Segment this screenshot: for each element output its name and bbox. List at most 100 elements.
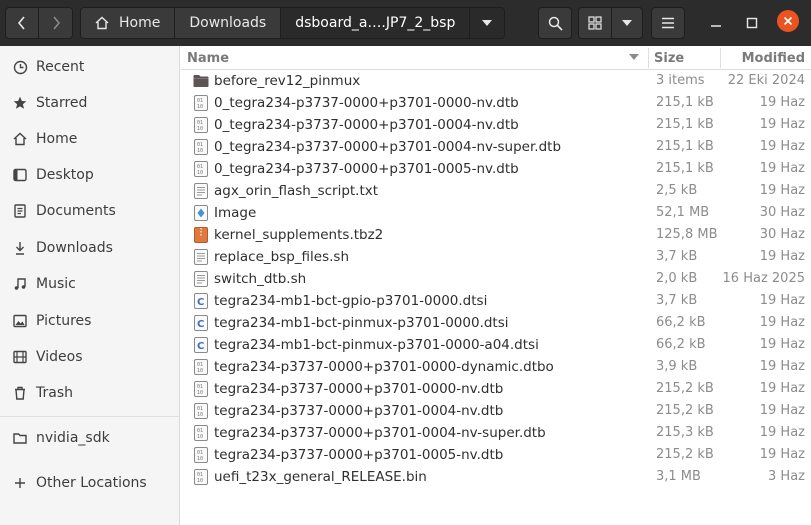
file-modified: 19 Haz: [759, 161, 805, 176]
svg-text:10: 10: [197, 478, 203, 484]
column-name[interactable]: Name: [187, 51, 229, 66]
file-name: 0_tegra234-p3737-0000+p3701-0005-nv.dtb: [214, 161, 519, 177]
file-name: 0_tegra234-p3737-0000+p3701-0004-nv-supe…: [214, 139, 562, 155]
view-toggle-button[interactable]: [578, 7, 612, 39]
file-name: tegra234-p3737-0000+p3701-0000-nv.dtb: [214, 381, 504, 397]
c-source-file-icon: C: [194, 315, 208, 331]
file-modified: 19 Haz: [759, 249, 805, 264]
minimize-icon: [711, 25, 721, 27]
file-size: 2,5 kB: [656, 183, 698, 198]
home-icon: [12, 131, 28, 147]
file-row[interactable]: 01 10 0_tegra234-p3737-0000+p3701-0000-nv.…: [181, 92, 811, 114]
header-bar: Home Downloads dsboard_a….JP7_2_bsp: [0, 0, 811, 46]
file-size: 66,2 kB: [656, 337, 706, 352]
path-segment-downloads[interactable]: Downloads: [175, 8, 282, 38]
sidebar-item-other-locations[interactable]: Other Locations: [0, 466, 179, 500]
path-home-label: Home: [119, 15, 161, 31]
file-row[interactable]: 01 10 tegra234-p3737-0000+p3701-0005-nv.dt…: [181, 444, 811, 466]
sidebar-item-label: Music: [36, 276, 76, 292]
svg-text:10: 10: [197, 412, 203, 418]
file-size: 215,1 kB: [656, 95, 714, 110]
file-row[interactable]: switch_dtb.sh 2,0 kB 16 Haz 2025: [181, 268, 811, 290]
column-modified[interactable]: Modified: [742, 51, 805, 66]
file-name: tegra234-p3737-0000+p3701-0004-nv-super.…: [214, 425, 546, 441]
file-row[interactable]: replace_bsp_files.sh 3,7 kB 19 Haz: [181, 246, 811, 268]
file-row[interactable]: 01 10 0_tegra234-p3737-0000+p3701-0005-nv.…: [181, 158, 811, 180]
sidebar-item-desktop[interactable]: Desktop: [0, 158, 179, 192]
file-size: 3,7 kB: [656, 249, 698, 264]
file-name: tegra234-p3737-0000+p3701-0000-dynamic.d…: [214, 359, 554, 375]
sidebar-item-label: Pictures: [36, 313, 92, 329]
path-menu-button[interactable]: [470, 8, 505, 38]
file-size: 3 items: [656, 73, 705, 88]
view-options-button[interactable]: [611, 7, 643, 39]
folder-icon: [193, 73, 209, 89]
menu-button[interactable]: [651, 7, 685, 39]
file-row[interactable]: agx_orin_flash_script.txt 2,5 kB 19 Haz: [181, 180, 811, 202]
sidebar-item-downloads[interactable]: Downloads: [0, 231, 179, 265]
pictures-icon: [12, 313, 28, 329]
path-segment-label: dsboard_a….JP7_2_bsp: [295, 15, 456, 31]
sidebar-item-videos[interactable]: Videos: [0, 340, 179, 374]
sidebar-item-pictures[interactable]: Pictures: [0, 304, 179, 338]
file-name: 0_tegra234-p3737-0000+p3701-0004-nv.dtb: [214, 117, 519, 133]
file-size: 52,1 MB: [656, 205, 710, 220]
file-name: before_rev12_pinmux: [214, 73, 361, 89]
sidebar-item-label: Trash: [36, 385, 73, 401]
file-row[interactable]: 01 10 tegra234-p3737-0000+p3701-0000-nv.dt…: [181, 378, 811, 400]
file-modified: 19 Haz: [759, 425, 805, 440]
svg-text:10: 10: [197, 126, 203, 132]
column-divider: [648, 48, 649, 68]
back-button[interactable]: [5, 7, 39, 39]
plus-icon: [12, 475, 28, 491]
file-row[interactable]: Ctegra234-mb1-bct-gpio-p3701-0000.dtsi 3,…: [181, 290, 811, 312]
close-button[interactable]: [777, 10, 799, 32]
sidebar-item-label: nvidia_sdk: [36, 430, 110, 446]
file-row[interactable]: 01 10 0_tegra234-p3737-0000+p3701-0004-nv.…: [181, 114, 811, 136]
svg-text:10: 10: [197, 368, 203, 374]
sidebar-item-home[interactable]: Home: [0, 122, 179, 156]
sidebar-item-trash[interactable]: Trash: [0, 376, 179, 410]
minimize-button[interactable]: [703, 7, 729, 39]
sidebar-item-documents[interactable]: Documents: [0, 194, 179, 228]
sidebar-item-nvidia-sdk[interactable]: nvidia_sdk: [0, 421, 179, 455]
file-row[interactable]: 01 10 uefi_t23x_general_RELEASE.bin 3,1 MB 3…: [181, 466, 811, 488]
sidebar-item-music[interactable]: Music: [0, 267, 179, 301]
file-row[interactable]: 01 10 tegra234-p3737-0000+p3701-0004-nv.dt…: [181, 400, 811, 422]
file-modified: 19 Haz: [759, 359, 805, 374]
text-file-icon: [194, 183, 208, 199]
file-size: 3,7 kB: [656, 293, 698, 308]
image-file-icon: [194, 205, 208, 221]
file-row[interactable]: kernel_supplements.tbz2 125,8 MB 30 Haz: [181, 224, 811, 246]
sidebar: Recent Starred Home Desktop Documents Do…: [0, 46, 180, 525]
file-name: tegra234-mb1-bct-pinmux-p3701-0000.dtsi: [214, 315, 509, 331]
forward-button[interactable]: [39, 7, 73, 39]
maximize-button[interactable]: [739, 7, 765, 39]
file-row[interactable]: 01 10 0_tegra234-p3737-0000+p3701-0004-nv-…: [181, 136, 811, 158]
column-size[interactable]: Size: [654, 51, 684, 66]
file-row[interactable]: 01 10 tegra234-p3737-0000+p3701-0000-dynam…: [181, 356, 811, 378]
binary-file-icon: 01 10: [194, 161, 208, 177]
file-row[interactable]: 01 10 tegra234-p3737-0000+p3701-0004-nv-su…: [181, 422, 811, 444]
sidebar-item-starred[interactable]: Starred: [0, 86, 179, 120]
column-divider: [720, 48, 721, 68]
binary-file-icon: 01 10: [194, 95, 208, 111]
archive-icon: [194, 227, 208, 243]
sidebar-item-label: Documents: [36, 203, 116, 219]
triangle-down-icon: [622, 20, 632, 26]
sort-descending-icon[interactable]: [629, 51, 639, 66]
file-name: Image: [214, 205, 257, 221]
file-row[interactable]: before_rev12_pinmux 3 items 22 Eki 2024: [181, 70, 811, 92]
search-button[interactable]: [538, 7, 572, 39]
file-size: 215,3 kB: [656, 425, 714, 440]
file-modified: 16 Haz 2025: [722, 271, 805, 286]
sidebar-item-recent[interactable]: Recent: [0, 50, 179, 84]
file-row[interactable]: Ctegra234-mb1-bct-pinmux-p3701-0000.dtsi…: [181, 312, 811, 334]
file-name: agx_orin_flash_script.txt: [214, 183, 379, 199]
path-home[interactable]: Home: [81, 8, 176, 38]
file-row[interactable]: Ctegra234-mb1-bct-pinmux-p3701-0000-a04.…: [181, 334, 811, 356]
path-segment-current[interactable]: dsboard_a….JP7_2_bsp: [281, 8, 471, 38]
sidebar-item-label: Recent: [36, 59, 85, 75]
file-row[interactable]: Image 52,1 MB 30 Haz: [181, 202, 811, 224]
hamburger-icon: [662, 17, 674, 29]
